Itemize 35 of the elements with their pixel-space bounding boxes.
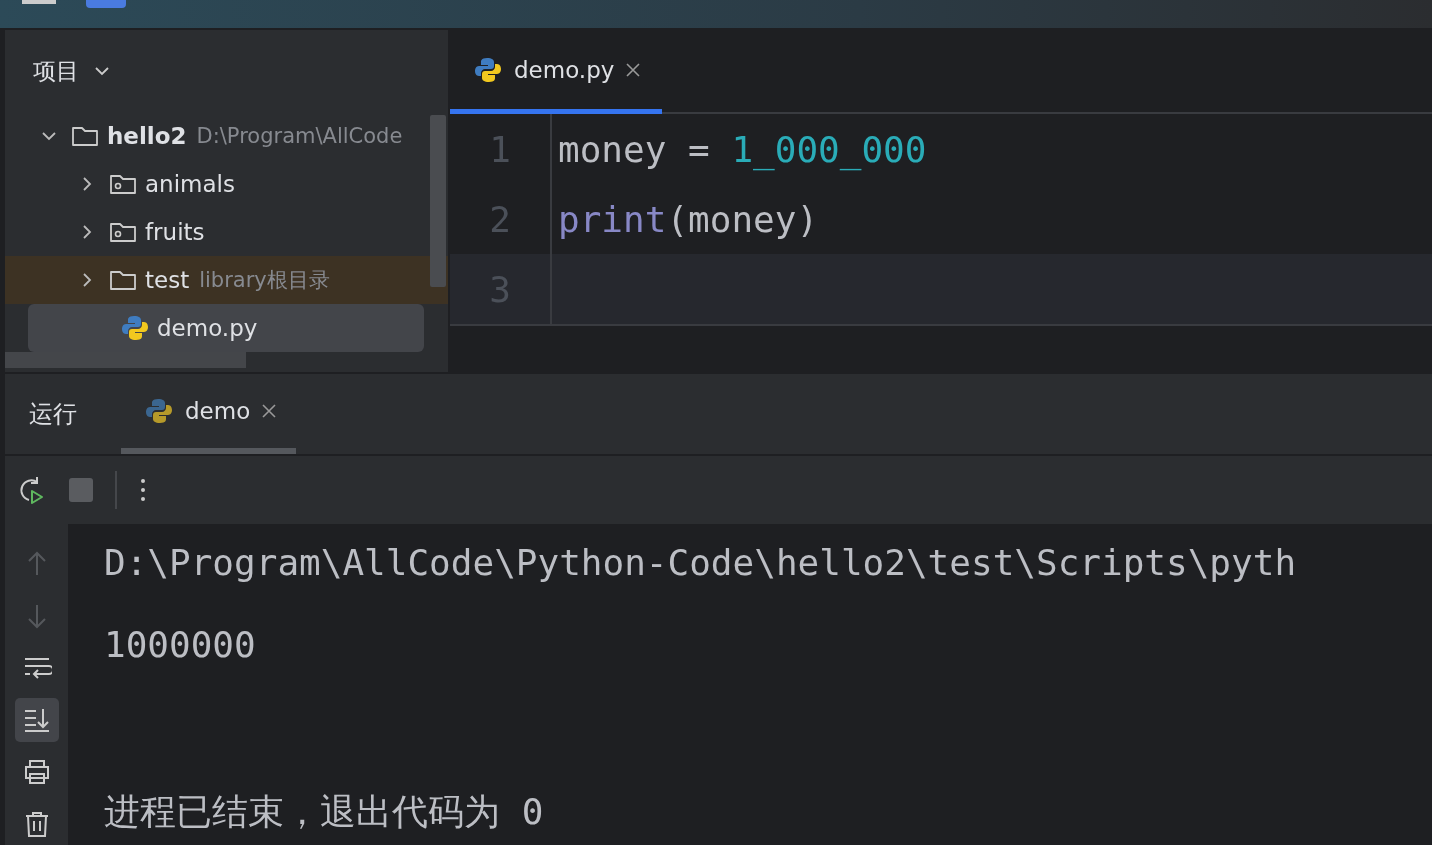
tree-item[interactable]: demo.py [28, 304, 424, 352]
scrollbar[interactable] [5, 352, 246, 368]
package-folder-icon [109, 173, 137, 195]
close-icon[interactable] [262, 404, 277, 418]
python-icon [474, 55, 502, 84]
python-icon [121, 314, 149, 342]
tree-item[interactable]: fruits [5, 208, 448, 256]
console-output: 1000000 [104, 624, 257, 667]
panel-title[interactable]: 项目 [33, 55, 79, 87]
python-icon [145, 397, 173, 425]
scroll-end-button[interactable] [14, 698, 59, 742]
file-name: animals [145, 171, 235, 197]
folder-icon [71, 125, 99, 147]
tree-item[interactable]: animals [5, 160, 448, 208]
folder-icon [109, 269, 137, 291]
scrollbar[interactable] [430, 115, 446, 287]
code-text: print(money) [558, 198, 819, 240]
editor-tab[interactable]: demo.py [450, 30, 663, 114]
console-output: 进程已结束，退出代码为 0 [104, 790, 545, 834]
run-tab[interactable]: demo [121, 374, 297, 454]
file-name: hello2 [107, 123, 187, 149]
file-name: fruits [145, 219, 205, 245]
panel-title[interactable]: 运行 [5, 398, 109, 430]
package-folder-icon [109, 221, 137, 243]
code-text: money = 1_000_000 [558, 128, 927, 170]
file-name: demo.py [157, 315, 258, 341]
tree-item[interactable]: hello2 D:\Program\AllCode [5, 112, 448, 160]
console-output: D:\Program\AllCode\Python-Code\hello2\test\Scripts\pyth [104, 542, 1297, 585]
tree-item[interactable]: test library根目录 [5, 256, 448, 304]
file-name: test [145, 267, 190, 293]
path-hint: D:\Program\AllCode [196, 124, 403, 148]
close-icon[interactable] [626, 62, 641, 77]
more-icon[interactable] [139, 476, 147, 504]
chevron-down-icon[interactable] [93, 65, 111, 77]
path-hint: library根目录 [199, 267, 330, 294]
